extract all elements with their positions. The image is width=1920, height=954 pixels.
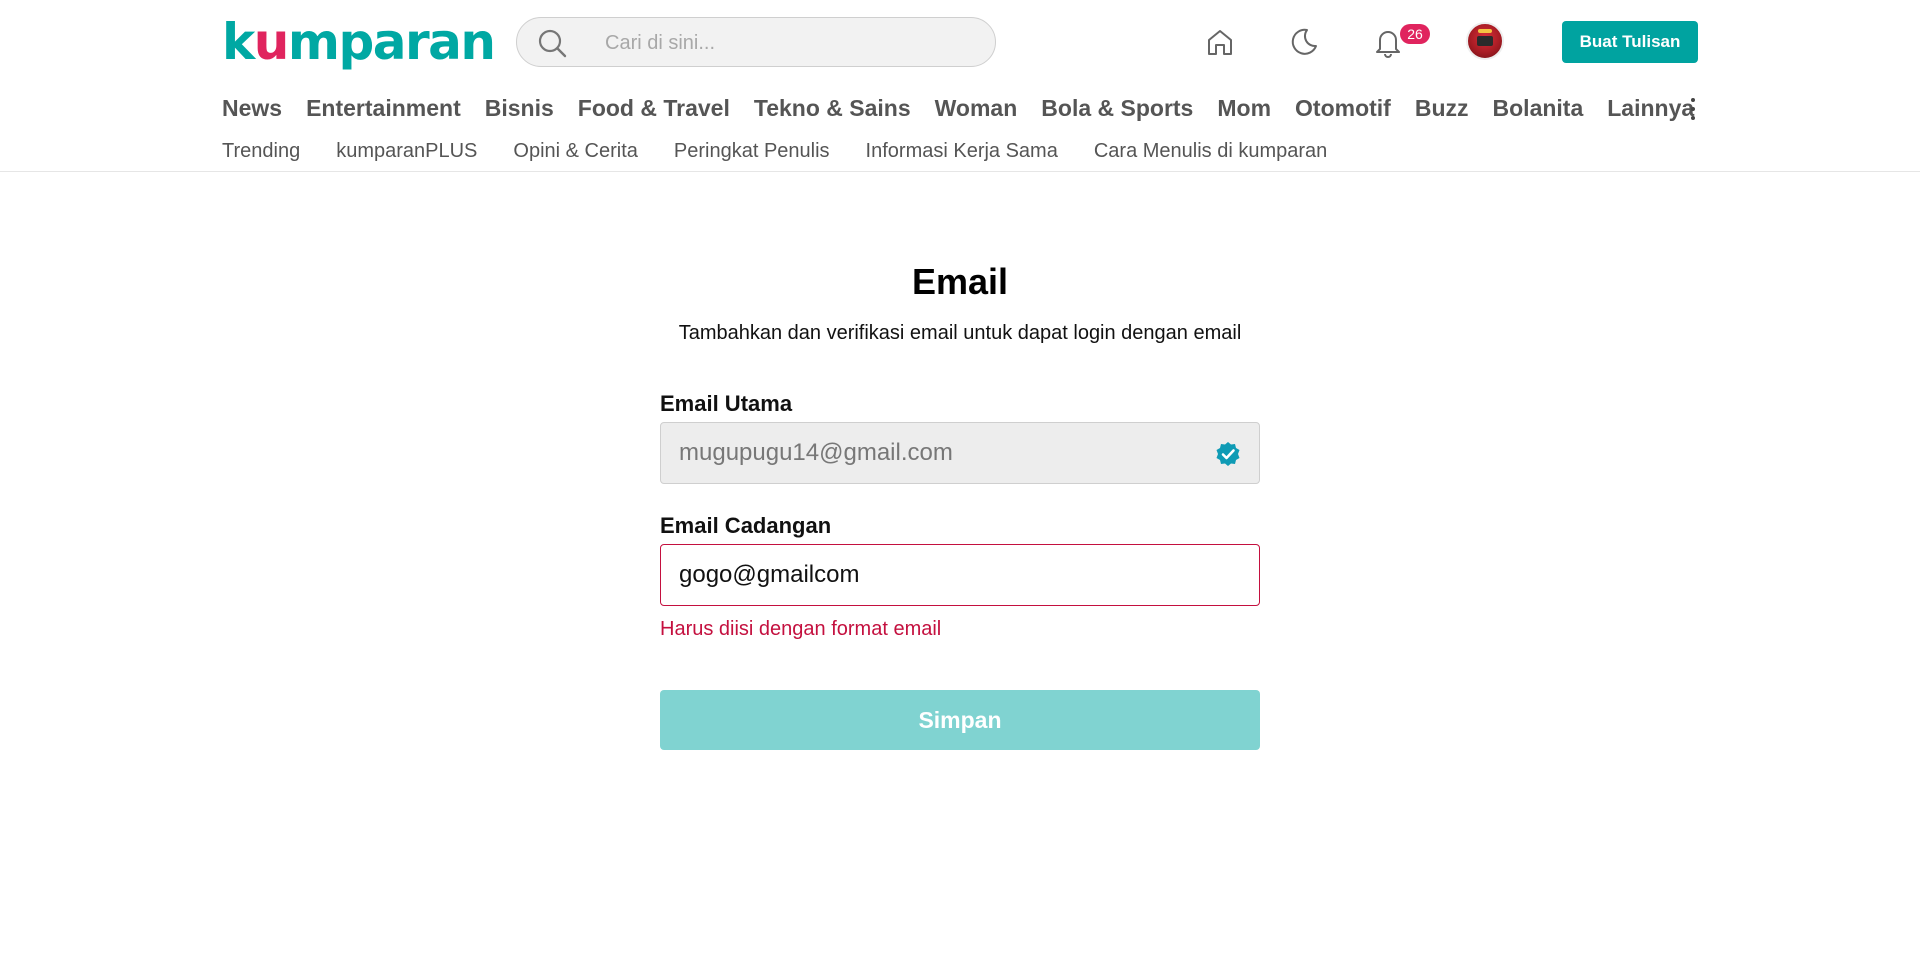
bell-icon <box>1376 31 1400 58</box>
nav-item-entertainment[interactable]: Entertainment <box>306 90 461 126</box>
subnav-item-kumparanplus[interactable]: kumparanPLUS <box>336 137 477 165</box>
nav-item-otomotif[interactable]: Otomotif <box>1295 90 1391 126</box>
subnav-item-trending[interactable]: Trending <box>222 137 300 165</box>
primary-email-input <box>679 423 1209 483</box>
nav-item-tekno-sains[interactable]: Tekno & Sains <box>754 90 911 126</box>
nav-item-news[interactable]: News <box>222 90 282 126</box>
write-article-button[interactable]: Buat Tulisan <box>1562 21 1698 63</box>
primary-email-field <box>660 422 1260 484</box>
dark-mode-button[interactable] <box>1282 20 1326 64</box>
page-subtitle: Tambahkan dan verifikasi email untuk dap… <box>678 322 1242 344</box>
search-icon[interactable] <box>537 28 567 58</box>
nav-item-bolanita[interactable]: Bolanita <box>1493 90 1584 126</box>
verified-check-icon <box>1216 442 1240 466</box>
sub-nav: Trending kumparanPLUS Opini & Cerita Per… <box>222 137 1363 165</box>
notification-count-badge: 26 <box>1400 24 1430 44</box>
kumparan-logo[interactable]: kumparan <box>222 12 496 72</box>
nav-item-mom[interactable]: Mom <box>1217 90 1271 126</box>
backup-email-field <box>660 544 1260 606</box>
logo-text: kumparan <box>222 13 496 71</box>
nav-item-bisnis[interactable]: Bisnis <box>485 90 554 126</box>
user-avatar[interactable] <box>1466 22 1504 60</box>
search-input[interactable] <box>605 28 975 58</box>
nav-item-woman[interactable]: Woman <box>935 90 1018 126</box>
primary-email-label: Email Utama <box>660 391 793 416</box>
nav-item-bola-sports[interactable]: Bola & Sports <box>1041 90 1193 126</box>
nav-item-food-travel[interactable]: Food & Travel <box>578 90 730 126</box>
main-nav: News Entertainment Bisnis Food & Travel … <box>222 90 1718 126</box>
page-title: Email <box>911 261 1009 302</box>
save-button[interactable]: Simpan <box>660 690 1260 750</box>
site-header: kumparan 26 Buat Tulisan News Entertainm… <box>0 0 1920 172</box>
subnav-item-informasi-kerja-sama[interactable]: Informasi Kerja Sama <box>866 137 1058 165</box>
email-settings-form: Email Tambahkan dan verifikasi email unt… <box>660 258 1260 750</box>
home-button[interactable] <box>1198 20 1242 64</box>
backup-email-input[interactable] <box>679 545 1209 605</box>
subnav-item-peringkat-penulis[interactable]: Peringkat Penulis <box>674 137 830 165</box>
subnav-item-cara-menulis[interactable]: Cara Menulis di kumparan <box>1094 137 1327 165</box>
backup-email-label: Email Cadangan <box>660 513 832 538</box>
home-icon <box>1208 30 1232 55</box>
subnav-item-opini-cerita[interactable]: Opini & Cerita <box>513 137 638 165</box>
nav-item-lainnya[interactable]: Lainnya <box>1607 90 1694 126</box>
moon-icon <box>1291 28 1317 55</box>
more-menu-icon[interactable] <box>1686 98 1700 120</box>
nav-item-buzz[interactable]: Buzz <box>1415 90 1469 126</box>
backup-email-error: Harus diisi dengan format email <box>660 618 942 640</box>
search-bar[interactable] <box>516 17 996 67</box>
